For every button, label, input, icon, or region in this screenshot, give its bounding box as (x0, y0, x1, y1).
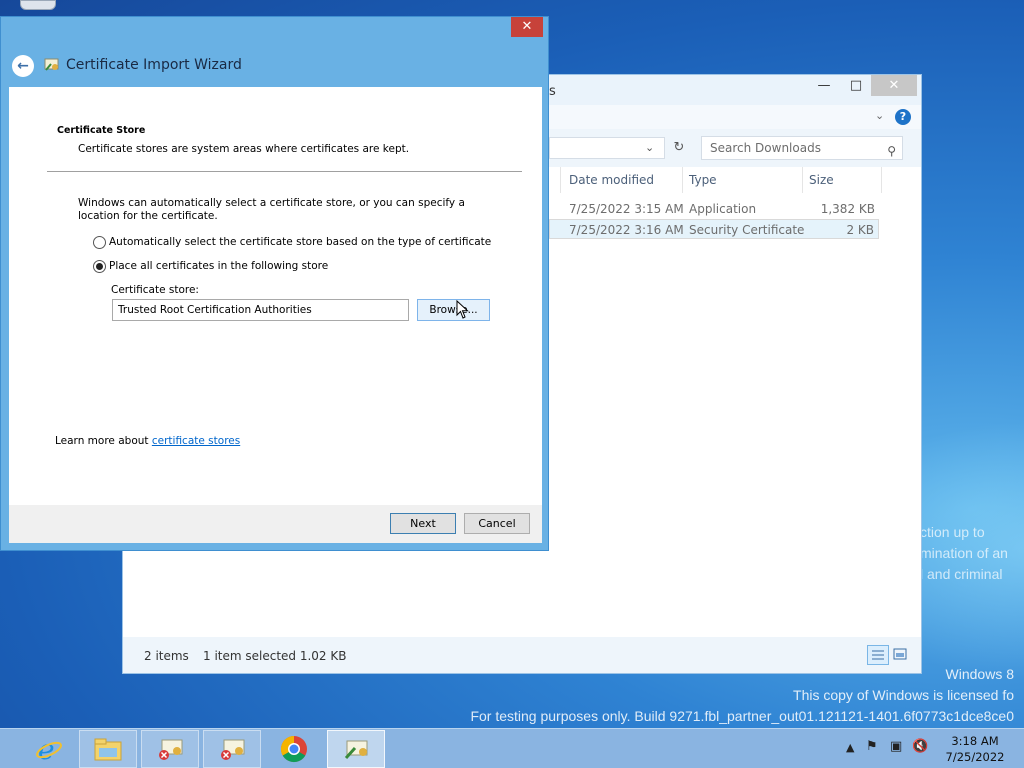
status-bar: 2 items 1 item selected 1.02 KB (123, 637, 921, 673)
cancel-button[interactable]: Cancel (464, 513, 530, 534)
clock[interactable]: 3:18 AM 7/25/2022 (930, 733, 1020, 765)
wizard-footer: Next Cancel (9, 505, 542, 543)
watermark-build: For testing purposes only. Build 9271.fb… (470, 708, 1014, 724)
maximize-button[interactable]: □ (843, 75, 869, 96)
watermark-license: This copy of Windows is licensed fo (793, 687, 1014, 703)
volume-muted-icon[interactable]: 🔇 (912, 739, 928, 754)
watermark-edition: Windows 8 (945, 666, 1014, 682)
help-icon[interactable]: ? (895, 109, 911, 125)
section-subtitle: Certificate stores are system areas wher… (78, 143, 410, 155)
certificate-stores-link[interactable]: certificate stores (152, 435, 240, 447)
row-date: 7/25/2022 3:15 AM (569, 202, 684, 216)
action-center-flag-icon[interactable]: ⚑ (866, 739, 878, 754)
column-date-modified[interactable]: Date modified (569, 173, 654, 187)
row-size: 1,382 KB (820, 202, 875, 216)
row-type: Security Certificate (689, 223, 805, 237)
network-icon[interactable]: ▣ (890, 739, 902, 754)
show-hidden-icons-icon[interactable]: ▲ (846, 741, 854, 754)
clock-date: 7/25/2022 (945, 750, 1005, 764)
minimize-button[interactable]: — (811, 75, 837, 96)
file-explorer-icon[interactable] (79, 730, 137, 768)
certificate-error-icon[interactable] (141, 730, 199, 768)
status-selection: 1 item selected 1.02 KB (203, 649, 347, 663)
desktop: ction up to mination of an l and crimina… (0, 0, 1024, 728)
refresh-icon[interactable]: ↻ (668, 137, 690, 159)
certificate-error-icon[interactable] (203, 730, 261, 768)
search-placeholder: Search Downloads (710, 141, 821, 155)
divider (47, 171, 522, 172)
intro-text: Windows can automatically select a certi… (78, 197, 465, 222)
browse-button[interactable]: Browse... (417, 299, 490, 321)
mouse-cursor-icon (456, 300, 469, 319)
chevron-down-icon[interactable]: ⌄ (645, 141, 654, 154)
background-text: l and criminal (920, 566, 1003, 582)
large-icons-view-icon[interactable] (890, 645, 912, 665)
radio-auto-select[interactable]: Automatically select the certificate sto… (93, 235, 491, 249)
dialog-title: Certificate Import Wizard (66, 57, 242, 73)
table-row-selected[interactable]: 7/25/2022 3:16 AM Security Certificate 2… (549, 219, 879, 239)
column-size[interactable]: Size (809, 173, 834, 187)
certificate-wizard-icon (43, 55, 61, 73)
row-size: 2 KB (846, 223, 874, 237)
row-type: Application (689, 202, 757, 216)
certificate-wizard-taskbar-icon[interactable] (327, 730, 385, 768)
details-view-icon[interactable] (867, 645, 889, 665)
certificate-store-field[interactable]: Trusted Root Certification Authorities (112, 299, 409, 321)
wizard-content: Certificate Store Certificate stores are… (9, 87, 542, 505)
background-text: mination of an (920, 545, 1008, 561)
background-text: ction up to (920, 524, 985, 540)
learn-more-text: Learn more about certificate stores (55, 435, 240, 447)
radio-auto-label[interactable]: Automatically select the certificate sto… (109, 236, 491, 248)
radio-manual-icon[interactable] (93, 259, 106, 273)
recycle-bin-icon[interactable] (20, 0, 56, 10)
clock-time: 3:18 AM (951, 734, 999, 748)
learn-more-prefix: Learn more about (55, 435, 152, 447)
next-button[interactable]: Next (390, 513, 456, 534)
search-icon[interactable]: ⚲ (887, 140, 896, 162)
radio-place-in-store[interactable]: Place all certificates in the following … (93, 259, 328, 273)
back-arrow-icon[interactable]: ← (12, 55, 34, 77)
chrome-icon[interactable] (265, 730, 323, 768)
table-row[interactable]: 7/25/2022 3:15 AM Application 1,382 KB (549, 199, 879, 219)
taskbar: e ▲ ⚑ ▣ 🔇 3:18 AM 7/25/2022 (0, 728, 1024, 768)
close-button[interactable]: ✕ (871, 75, 917, 96)
column-type[interactable]: Type (689, 173, 717, 187)
row-date: 7/25/2022 3:16 AM (569, 223, 684, 237)
search-input[interactable]: Search Downloads ⚲ (701, 136, 903, 160)
certificate-import-wizard: ✕ ← Certificate Import Wizard Certificat… (0, 16, 549, 551)
store-label: Certificate store: (111, 284, 199, 296)
explorer-title: s (549, 84, 556, 99)
expand-ribbon-icon[interactable]: ⌄ (875, 109, 884, 122)
radio-auto-icon[interactable] (93, 235, 106, 249)
status-item-count: 2 items (144, 649, 189, 663)
internet-explorer-icon[interactable]: e (20, 730, 78, 768)
radio-manual-label[interactable]: Place all certificates in the following … (109, 260, 328, 272)
close-button[interactable]: ✕ (511, 17, 543, 37)
section-title: Certificate Store (57, 125, 146, 136)
